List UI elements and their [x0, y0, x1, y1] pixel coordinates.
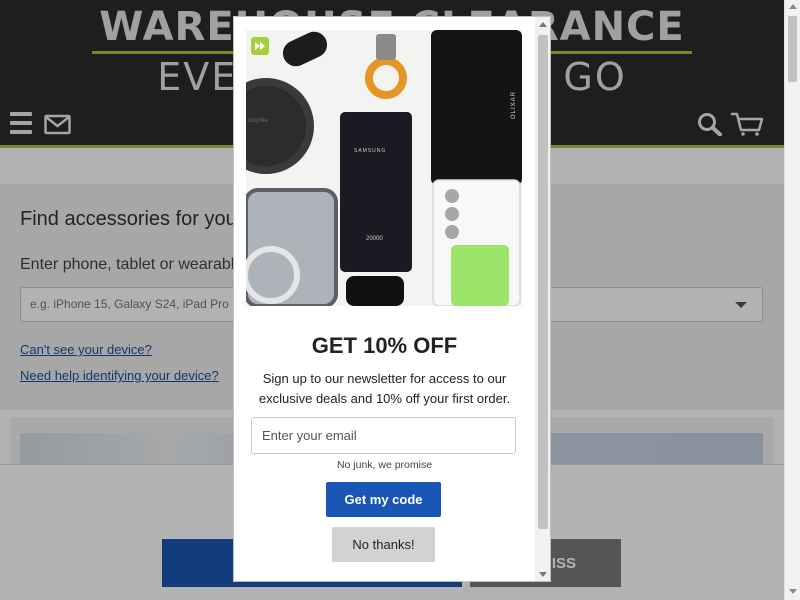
newsletter-popup: SAMSUNG 20000 mophie OLIXAR GET 10% OFF …	[233, 16, 551, 582]
popup-heading: GET 10% OFF	[311, 333, 458, 358]
scrollbar-thumb[interactable]	[788, 16, 797, 82]
scrollbar-thumb[interactable]	[538, 35, 548, 529]
popup-description: Sign up to our newsletter for access to …	[258, 371, 511, 406]
email-field[interactable]	[251, 417, 516, 454]
no-thanks-button[interactable]: No thanks!	[332, 527, 435, 562]
wallet-brand-label: OLIXAR	[511, 90, 518, 120]
popup-hero-image: SAMSUNG 20000 mophie OLIXAR	[246, 30, 522, 306]
powerbank-brand-label: SAMSUNG	[354, 148, 387, 154]
get-code-button[interactable]: Get my code	[326, 482, 441, 517]
popup-scrollbar[interactable]	[535, 17, 550, 581]
scroll-up-icon[interactable]	[789, 4, 797, 9]
no-junk-note: No junk, we promise	[336, 459, 433, 471]
scroll-down-icon[interactable]	[539, 572, 547, 577]
scroll-down-icon[interactable]	[789, 589, 797, 594]
charger-brand-label: mophie	[248, 118, 268, 124]
accessories-photo	[246, 30, 522, 306]
scroll-up-icon[interactable]	[539, 22, 547, 27]
page-scrollbar[interactable]	[784, 0, 800, 600]
powerbank-capacity-label: 20000	[366, 236, 383, 242]
fast-forward-icon	[251, 37, 269, 55]
